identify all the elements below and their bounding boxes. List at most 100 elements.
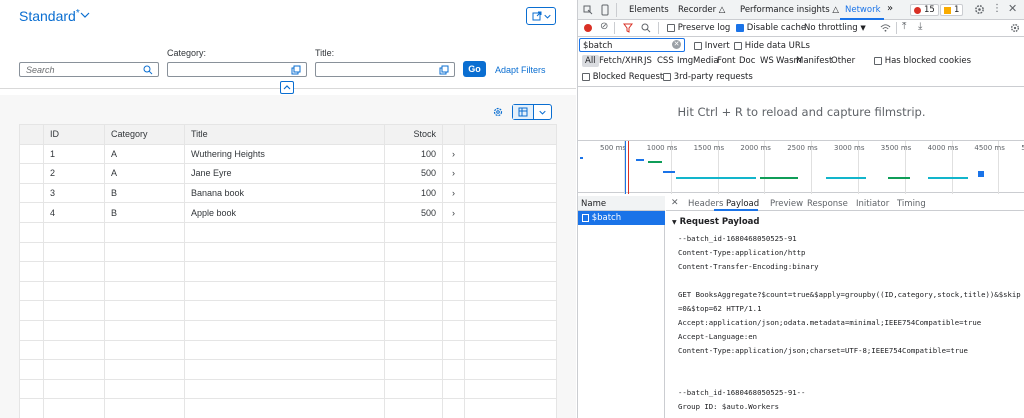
filter-type-js[interactable]: JS — [644, 56, 652, 66]
search-icon[interactable] — [641, 23, 651, 33]
tab-elements[interactable]: Elements — [629, 5, 669, 15]
table-row[interactable]: 4 B Apple book 500 › — [19, 202, 557, 223]
payload-line: --batch_id-1680468050525-91 — [678, 234, 797, 243]
throttling-select[interactable]: No throttling ▼ — [804, 23, 866, 33]
payload-line: Accept-Language:en — [678, 332, 758, 341]
settings-icon[interactable] — [492, 106, 504, 118]
detail-tab-timing[interactable]: Timing — [897, 199, 926, 209]
wifi-icon[interactable] — [880, 23, 891, 33]
filter-type-media[interactable]: Media — [693, 56, 719, 66]
column-header-category[interactable]: Category — [104, 124, 185, 145]
device-toggle-icon[interactable] — [600, 4, 610, 16]
clear-icon[interactable]: ⊘ — [600, 21, 608, 32]
filter-type-ws[interactable]: WS — [760, 56, 774, 66]
filler-cell — [464, 300, 557, 321]
tab-performance-insights[interactable]: Performance insights △ — [740, 5, 839, 15]
cell-category — [104, 261, 185, 282]
close-icon[interactable]: ✕ — [1008, 2, 1017, 15]
filter-type-font[interactable]: Font — [717, 56, 736, 66]
table-row[interactable]: 2 A Jane Eyre 500 › — [19, 163, 557, 184]
value-help-icon[interactable] — [291, 65, 301, 75]
cell-stock — [384, 339, 443, 361]
filter-type-fetchxhr[interactable]: Fetch/XHR — [599, 56, 643, 66]
warnings-badge[interactable]: 1 — [940, 4, 964, 16]
books-table: ID Category Title Stock 1 A Wuthering Heig… — [19, 124, 557, 418]
empty-table-row — [19, 378, 557, 400]
blocked-requests-checkbox[interactable]: Blocked Requests — [582, 72, 668, 82]
category-field[interactable] — [167, 62, 307, 77]
close-icon[interactable]: ✕ — [671, 198, 679, 208]
hide-data-urls-checkbox[interactable]: Hide data URLs — [734, 41, 810, 51]
payload-line: --batch_id-1680468050525-91-- — [678, 388, 806, 397]
detail-tab-payload[interactable]: Payload — [726, 199, 759, 209]
variant-title[interactable]: Standard* — [19, 8, 80, 24]
gear-icon[interactable] — [974, 4, 985, 15]
share-icon — [532, 11, 541, 21]
column-header-id[interactable]: ID — [43, 124, 105, 145]
request-row-batch[interactable]: $batch — [578, 211, 665, 225]
filter-type-all[interactable]: All — [582, 55, 599, 67]
cell-id: 3 — [43, 182, 105, 204]
filter-icon[interactable] — [623, 23, 633, 33]
title-field[interactable] — [315, 62, 455, 77]
navigation-arrow-icon[interactable]: › — [442, 163, 465, 184]
navigation-arrow-icon[interactable]: › — [442, 143, 465, 165]
column-header-title[interactable]: Title — [184, 124, 385, 145]
column-header-stock[interactable]: Stock — [384, 124, 443, 145]
detail-tab-response[interactable]: Response — [807, 199, 848, 209]
filler-cell — [464, 339, 557, 361]
tab-network[interactable]: Network — [845, 5, 881, 15]
network-filter-input[interactable]: $batch ✕ — [579, 38, 685, 52]
record-button[interactable] — [584, 24, 592, 32]
import-har-icon[interactable]: ⤒ — [902, 21, 906, 32]
network-overview[interactable]: 500 ms 1000 ms 1500 ms 2000 ms 2500 ms 3000 m… — [578, 140, 1024, 194]
payload-section-header[interactable]: ▼ Request Payload — [672, 217, 759, 227]
row-selector[interactable] — [19, 202, 44, 223]
export-button[interactable] — [513, 105, 534, 119]
invert-checkbox[interactable]: Invert — [694, 41, 730, 51]
navigation-arrow-icon[interactable]: › — [442, 182, 465, 204]
filter-type-img[interactable]: Img — [677, 56, 693, 66]
disable-cache-checkbox[interactable]: Disable cache — [736, 23, 806, 33]
export-menu-button[interactable] — [512, 104, 552, 120]
export-har-icon[interactable]: ⤓ — [918, 21, 922, 32]
empty-cell — [442, 378, 465, 400]
chevron-down-icon[interactable] — [80, 10, 90, 20]
adapt-filters-link[interactable]: Adapt Filters — [495, 65, 546, 75]
row-selector[interactable] — [19, 163, 44, 184]
inspect-icon[interactable] — [583, 5, 593, 15]
go-button[interactable]: Go — [463, 61, 486, 77]
kebab-menu-icon[interactable]: ⋮ — [992, 3, 1002, 14]
name-column-header[interactable]: Name — [578, 196, 665, 211]
value-help-icon[interactable] — [439, 65, 449, 75]
filter-type-manifest[interactable]: Manifest — [796, 56, 832, 66]
empty-table-row — [19, 339, 557, 361]
errors-badge[interactable]: 15 — [910, 4, 939, 16]
filter-type-other[interactable]: Other — [831, 56, 855, 66]
more-tabs-button[interactable]: » — [887, 3, 893, 14]
third-party-checkbox[interactable]: 3rd-party requests — [663, 72, 753, 82]
blocked-cookies-checkbox[interactable]: Has blocked cookies — [874, 56, 971, 66]
table-row[interactable]: 3 B Banana book 100 › — [19, 182, 557, 204]
clear-filter-icon[interactable]: ✕ — [672, 40, 681, 49]
collapse-header-button[interactable] — [280, 81, 294, 94]
payload-line: Accept:application/json;odata.metadata=m… — [678, 318, 982, 327]
tab-recorder[interactable]: Recorder △ — [678, 5, 725, 15]
navigation-arrow-icon[interactable]: › — [442, 202, 465, 223]
preserve-log-checkbox[interactable]: Preserve log — [667, 23, 730, 33]
row-selector — [19, 241, 44, 263]
detail-tab-headers[interactable]: Headers — [688, 199, 723, 209]
row-selector[interactable] — [19, 143, 44, 165]
table-row[interactable]: 1 A Wuthering Heights 100 › — [19, 143, 557, 165]
gear-icon[interactable] — [1010, 23, 1020, 33]
search-icon[interactable] — [143, 65, 153, 75]
export-dropdown[interactable] — [534, 105, 551, 119]
detail-tab-initiator[interactable]: Initiator — [856, 199, 889, 209]
chevron-down-icon — [539, 110, 546, 115]
share-button[interactable] — [526, 7, 556, 25]
row-selector[interactable] — [19, 182, 44, 204]
filter-type-doc[interactable]: Doc — [739, 56, 755, 66]
filter-type-css[interactable]: CSS — [657, 56, 674, 66]
search-input[interactable]: Search — [19, 62, 159, 77]
detail-tab-preview[interactable]: Preview — [770, 199, 803, 209]
